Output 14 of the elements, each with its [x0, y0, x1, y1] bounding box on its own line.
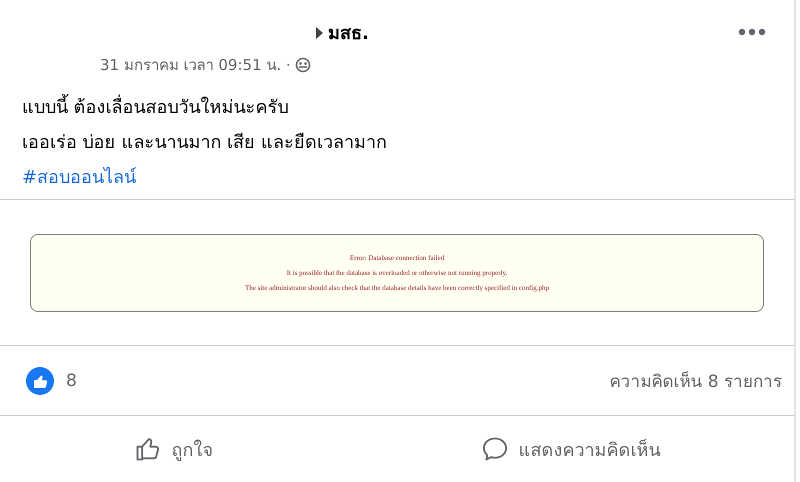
- hashtag-link[interactable]: #สอบออนไลน์: [22, 167, 136, 188]
- post-text: แบบนี้ ต้องเลื่อนสอบวันใหม่นะครับ: [22, 92, 772, 121]
- reaction-count[interactable]: 8: [66, 370, 77, 390]
- like-reaction-icon[interactable]: [26, 366, 54, 394]
- comment-count[interactable]: ความคิดเห็น 8 รายการ: [609, 367, 782, 394]
- speech-bubble-icon: [480, 435, 508, 464]
- like-button[interactable]: ถูกใจ: [124, 428, 224, 470]
- triangle-icon: [315, 26, 324, 40]
- thumbs-up-icon: [134, 435, 162, 464]
- timestamp[interactable]: 31 มกราคม เวลา 09:51 น. ·: [100, 53, 291, 77]
- more-icon[interactable]: [738, 28, 766, 36]
- post-text: เออเร่อ บ่อย และนานมาก เสีย และยืดเวลามาก: [22, 131, 388, 155]
- author-name[interactable]: มสธ.: [328, 18, 369, 47]
- comment-button[interactable]: แสดงความคิดเห็น: [470, 428, 670, 470]
